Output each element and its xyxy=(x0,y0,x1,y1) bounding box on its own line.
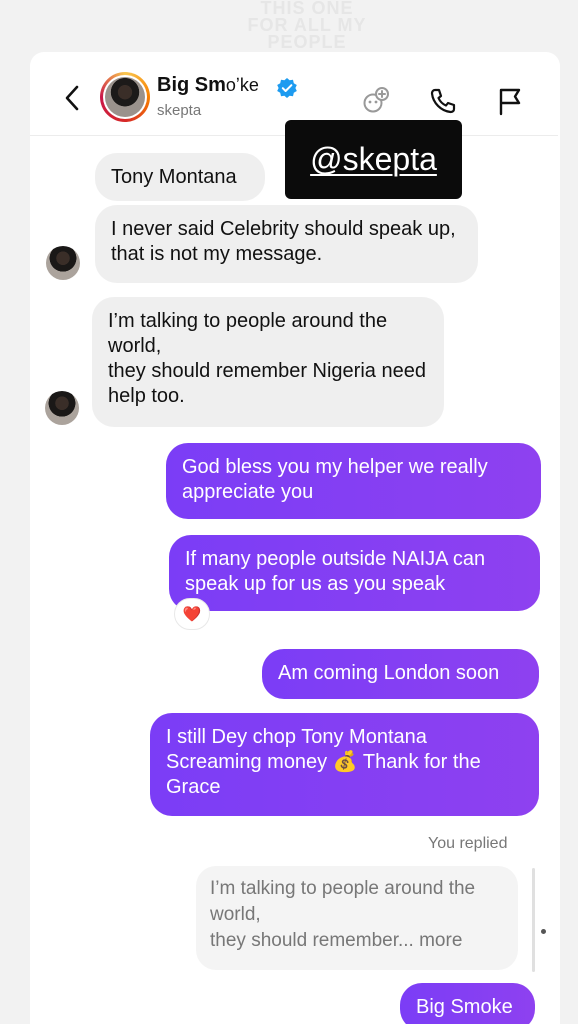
story-overlay-text: THIS ONE FOR ALL MY PEOPLE xyxy=(232,0,382,58)
message-incoming[interactable]: I’m talking to people around the world, … xyxy=(92,297,444,427)
reply-quote[interactable]: I’m talking to people around the world, … xyxy=(196,866,518,970)
message-line: I’m talking to people around the world, xyxy=(108,310,388,357)
reaction-emoji: ❤️ xyxy=(182,606,202,623)
phone-icon[interactable] xyxy=(428,86,458,116)
sender-avatar[interactable] xyxy=(45,391,79,425)
avatar-photo xyxy=(105,77,145,117)
contact-name-text: Big Sm xyxy=(157,74,226,96)
money-bag-icon: 💰 xyxy=(332,751,358,773)
page-background: THIS ONE FOR ALL MY PEOPLE Big Smoʼke sk… xyxy=(0,0,578,1024)
sticker-text: @skepta xyxy=(310,141,437,177)
sender-avatar[interactable] xyxy=(46,246,80,280)
message-outgoing[interactable]: God bless you my helper we really apprec… xyxy=(166,443,541,519)
back-button[interactable] xyxy=(58,80,86,116)
scroll-indicator xyxy=(541,929,546,934)
message-incoming[interactable]: I never said Celebrity should speak up, … xyxy=(95,205,478,283)
reply-bar xyxy=(532,868,535,972)
message-incoming[interactable]: Tony Montana xyxy=(95,153,265,201)
message-line: they should remember Nigeria need help t… xyxy=(108,360,426,407)
message-outgoing[interactable]: Big Smoke xyxy=(400,983,535,1024)
overlay-line: PEOPLE xyxy=(267,32,347,52)
message-outgoing[interactable]: Am coming London soon xyxy=(262,649,539,699)
quote-line: I’m talking to people around the world, xyxy=(210,878,476,925)
contact-name[interactable]: Big Smoʼke xyxy=(157,74,259,97)
avatar[interactable] xyxy=(100,72,150,122)
quote-line: they should remember... more xyxy=(210,930,463,951)
message-outgoing[interactable]: If many people outside NAIJA can speak u… xyxy=(169,535,540,611)
back-icon xyxy=(65,85,79,111)
you-replied-label: You replied xyxy=(428,835,508,852)
contact-handle: skepta xyxy=(157,102,202,119)
message-outgoing[interactable]: I still Dey chop Tony Montana Screaming … xyxy=(150,713,539,816)
contact-name-tail: oʼke xyxy=(225,75,259,95)
effects-icon[interactable] xyxy=(360,84,392,116)
username-sticker: @skepta xyxy=(285,120,462,199)
heart-reaction-icon[interactable]: ❤️ xyxy=(174,598,210,630)
flag-icon[interactable] xyxy=(496,86,524,116)
verified-icon xyxy=(277,78,297,98)
